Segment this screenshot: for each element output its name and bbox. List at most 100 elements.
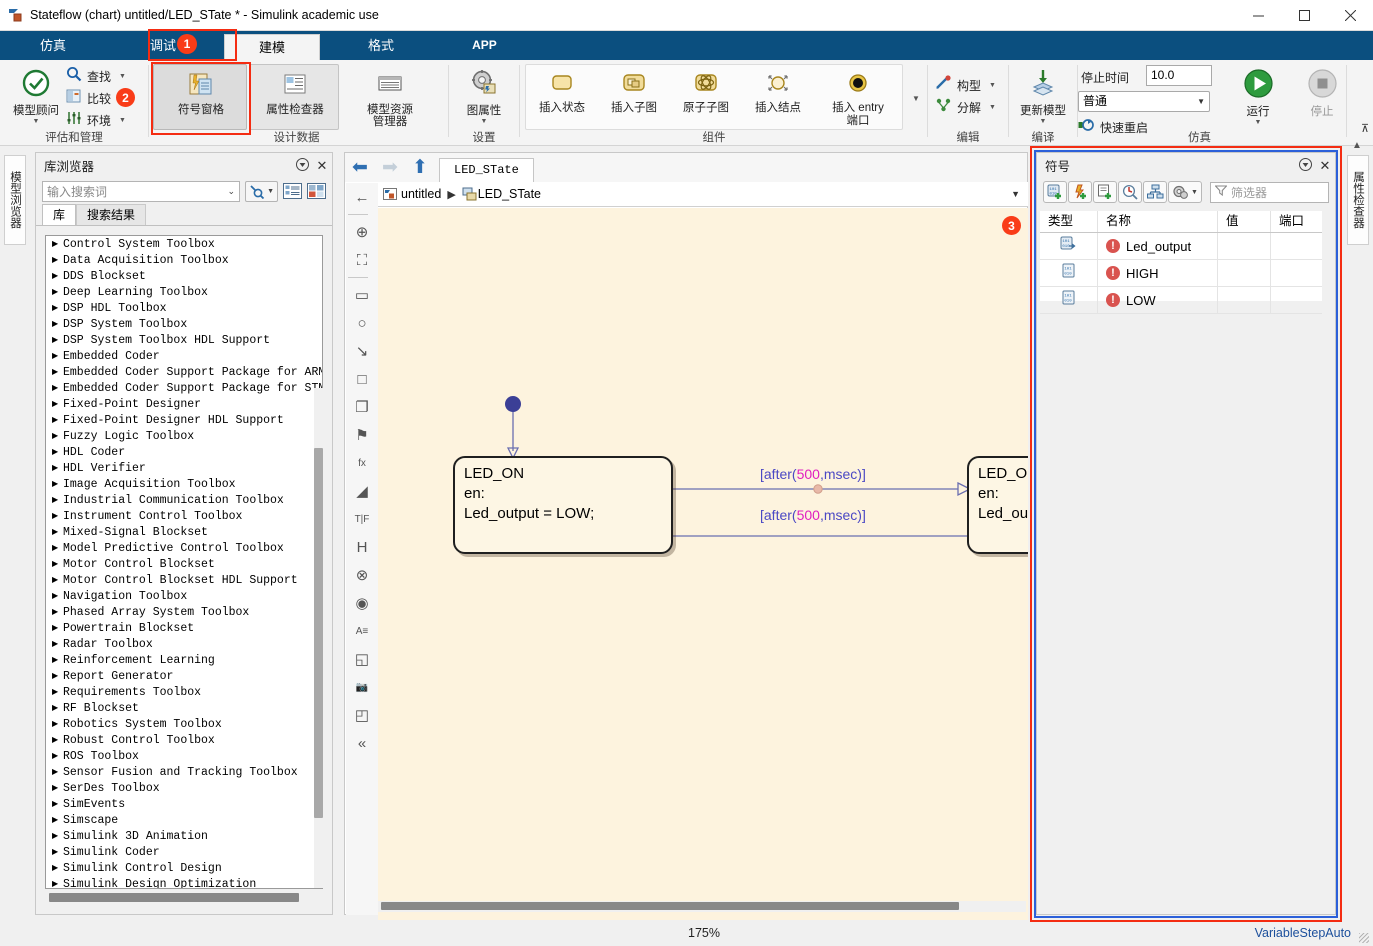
fit-to-view-icon[interactable]: ⛶ [348, 246, 376, 274]
symbols-filter-input[interactable]: 筛选器 [1210, 181, 1329, 203]
library-tree-item[interactable]: ▶ Fixed-Point Designer [46, 396, 322, 412]
transition-tool-icon[interactable]: ↘ [348, 337, 376, 365]
chevron-circle-icon[interactable] [292, 157, 312, 174]
symbol-port-cell[interactable] [1271, 260, 1322, 287]
expand-triangle-icon[interactable]: ▶ [52, 511, 63, 521]
expand-triangle-icon[interactable]: ▶ [52, 639, 63, 649]
state-tool-icon[interactable]: ▭ [348, 281, 376, 309]
library-tree-item[interactable]: ▶ Requirements Toolbox [46, 684, 322, 700]
expand-triangle-icon[interactable]: ▶ [52, 559, 63, 569]
truth-table-tool-icon[interactable]: T|F [348, 505, 376, 533]
solver-label[interactable]: VariableStepAuto [1255, 926, 1351, 940]
junction-tool-icon[interactable]: ○ [348, 309, 376, 337]
library-tree-item[interactable]: ▶ DSP System Toolbox HDL Support [46, 332, 322, 348]
chevron-down-icon[interactable]: ⌄ [228, 186, 236, 197]
expand-triangle-icon[interactable]: ▶ [52, 623, 63, 633]
chevron-down-icon[interactable]: ▼ [1255, 119, 1262, 126]
library-tree-item[interactable]: ▶ Navigation Toolbox [46, 588, 322, 604]
tile-view-icon[interactable] [307, 182, 326, 200]
expand-triangle-icon[interactable]: ▶ [52, 543, 63, 553]
chevron-down-icon[interactable]: ▼ [119, 73, 126, 80]
insert-junction-button[interactable]: 插入结点 [742, 68, 814, 128]
expand-triangle-icon[interactable]: ▶ [52, 399, 63, 409]
expand-triangle-icon[interactable]: ▶ [52, 447, 63, 457]
tab-format[interactable]: 格式 [358, 31, 404, 60]
symbol-value-cell[interactable] [1218, 259, 1271, 287]
chevron-down-icon[interactable]: ▼ [119, 117, 126, 124]
resolve-undefined-symbols-icon[interactable] [1118, 181, 1142, 203]
tab-search-results[interactable]: 搜索结果 [76, 204, 147, 225]
insert-subchart-button[interactable]: 插入子图 [598, 68, 670, 128]
box-tool-icon[interactable]: □ [348, 365, 376, 393]
expand-triangle-icon[interactable]: ▶ [52, 575, 63, 585]
tab-library[interactable]: 库 [42, 204, 77, 225]
viewer-icon[interactable]: ◰ [348, 701, 376, 729]
chevron-down-icon[interactable]: ▼ [1011, 189, 1020, 199]
subchart-tool-icon[interactable]: ❐ [348, 393, 376, 421]
ribbon-collapse-button[interactable]: ⊼ [1361, 122, 1369, 135]
close-button[interactable] [1327, 0, 1373, 31]
expand-triangle-icon[interactable]: ▶ [52, 719, 63, 729]
expand-triangle-icon[interactable]: ▶ [52, 847, 63, 857]
document-tab-led-state[interactable]: LED_STate [439, 158, 534, 182]
insert-entry-port-button[interactable]: 插入 entry 端口 [814, 68, 902, 128]
chart-properties-button[interactable]: 图属性 ▼ [452, 64, 516, 125]
library-tree-item[interactable]: ▶ Mixed-Signal Blockset [46, 524, 322, 540]
chevron-down-icon[interactable]: ▼ [1040, 118, 1047, 125]
chart-canvas[interactable]: LED_ON en: Led_output = LOW; LED_OFF en:… [378, 208, 1028, 946]
maximize-button[interactable] [1281, 0, 1327, 31]
breadcrumb-root[interactable]: untitled [401, 187, 441, 201]
library-tree-item[interactable]: ▶ SimEvents [46, 796, 322, 812]
expand-triangle-icon[interactable]: ▶ [52, 271, 63, 281]
expand-triangle-icon[interactable]: ▶ [52, 479, 63, 489]
status-resize-grip[interactable] [1359, 933, 1369, 943]
library-tree-item[interactable]: ▶ Embedded Coder Support Package for STM.… [46, 380, 322, 396]
close-icon[interactable]: ✕ [1315, 158, 1335, 174]
minimize-button[interactable] [1235, 0, 1281, 31]
model-advisor-button[interactable]: 模型顾问 ▼ [4, 64, 68, 125]
library-tree-hscrollbar[interactable] [45, 893, 323, 902]
transition-label-off-to-on[interactable]: [after(500,msec)] [760, 507, 866, 523]
chevron-down-icon[interactable]: ▼ [989, 104, 996, 111]
library-tree-item[interactable]: ▶ Motor Control Blockset HDL Support [46, 572, 322, 588]
expand-triangle-icon[interactable]: ▶ [52, 319, 63, 329]
symbol-hierarchy-icon[interactable] [1143, 181, 1167, 203]
library-tree-item[interactable]: ▶ Model Predictive Control Toolbox [46, 540, 322, 556]
expand-triangle-icon[interactable]: ▶ [52, 415, 63, 425]
symbol-port-cell[interactable] [1271, 287, 1322, 314]
add-message-icon[interactable] [1093, 181, 1117, 203]
matlab-function-tool-icon[interactable]: ◢ [348, 477, 376, 505]
column-header-value[interactable]: 值 [1218, 211, 1271, 232]
environment-button[interactable]: 环境 ▼ [66, 109, 126, 131]
expand-triangle-icon[interactable]: ▶ [52, 591, 63, 601]
expand-triangle-icon[interactable]: ▶ [52, 687, 63, 697]
expand-triangle-icon[interactable]: ▶ [52, 287, 63, 297]
chevron-down-icon[interactable]: ▼ [33, 118, 40, 125]
library-tree-item[interactable]: ▶ Robotics System Toolbox [46, 716, 322, 732]
navigate-back-icon[interactable]: ← [348, 183, 376, 211]
expand-triangle-icon[interactable]: ▶ [52, 815, 63, 825]
arrow-up-icon[interactable]: ⬆ [405, 156, 435, 179]
library-tree-item[interactable]: ▶ Motor Control Blockset [46, 556, 322, 572]
expand-triangle-icon[interactable]: ▶ [52, 751, 63, 761]
expand-triangle-icon[interactable]: ▶ [52, 767, 63, 777]
annotation-tool-icon[interactable]: A≡ [348, 617, 376, 645]
symbols-pane-button[interactable]: 符号窗格 [153, 64, 247, 130]
expand-triangle-icon[interactable]: ▶ [52, 367, 63, 377]
library-tree-item[interactable]: ▶ DDS Blockset [46, 268, 322, 284]
expand-triangle-icon[interactable]: ▶ [52, 351, 63, 361]
column-header-name[interactable]: 名称 [1098, 211, 1218, 232]
expand-triangle-icon[interactable]: ▶ [52, 335, 63, 345]
insert-state-button[interactable]: 插入状态 [526, 68, 598, 128]
expand-triangle-icon[interactable]: ▶ [52, 735, 63, 745]
library-tree-item[interactable]: ▶ Simulink 3D Animation [46, 828, 322, 844]
chevron-down-icon[interactable]: ▼ [989, 82, 996, 89]
entry-port-tool-icon[interactable]: ◉ [348, 589, 376, 617]
pattern-button[interactable]: 构型 ▼ [935, 74, 996, 96]
symbol-value-cell[interactable] [1218, 286, 1271, 314]
add-event-icon[interactable] [1068, 181, 1092, 203]
library-tree-item[interactable]: ▶ ROS Toolbox [46, 748, 322, 764]
chevron-circle-icon[interactable] [1295, 157, 1315, 174]
expand-triangle-icon[interactable]: ▶ [52, 303, 63, 313]
camera-snapshot-icon[interactable]: 📷 [348, 673, 376, 701]
